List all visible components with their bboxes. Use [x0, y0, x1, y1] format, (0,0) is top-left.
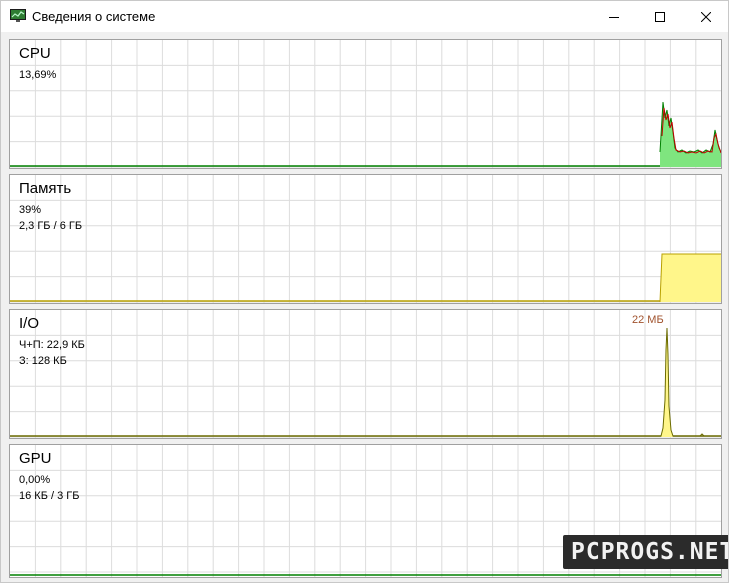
- cpu-graph-area: [660, 102, 721, 167]
- title-bar[interactable]: Сведения о системе: [1, 1, 728, 32]
- io-graph: [10, 310, 721, 438]
- io-graph-area: [661, 328, 673, 437]
- system-information-window: Сведения о системе CPU 13,69% Память 39%…: [0, 0, 729, 583]
- memory-graph-grid: [10, 175, 721, 303]
- maximize-button[interactable]: [637, 1, 683, 32]
- io-write: З: 128 КБ: [19, 355, 67, 367]
- close-icon: [701, 11, 711, 22]
- memory-amount: 2,3 ГБ / 6 ГБ: [19, 220, 83, 232]
- gpu-title: GPU: [19, 450, 52, 467]
- memory-graph: [10, 175, 721, 303]
- watermark-logo: PCPROGS.NET: [563, 535, 728, 569]
- cpu-graph: [10, 40, 721, 168]
- gpu-memory: 16 КБ / 3 ГБ: [19, 490, 80, 502]
- io-peak-label: 22 МБ: [632, 314, 664, 326]
- cpu-graph-grid: [10, 40, 721, 168]
- memory-graph-area: [660, 254, 721, 302]
- minimize-button[interactable]: [591, 1, 637, 32]
- cpu-panel: CPU 13,69%: [9, 39, 722, 169]
- maximize-icon: [655, 11, 665, 22]
- io-title: I/O: [19, 315, 40, 332]
- close-button[interactable]: [683, 1, 728, 32]
- memory-title: Память: [19, 180, 72, 197]
- memory-panel: Память 39% 2,3 ГБ / 6 ГБ: [9, 174, 722, 304]
- minimize-icon: [609, 16, 619, 18]
- io-panel: I/O Ч+П: 22,9 КБ З: 128 КБ 22 МБ: [9, 309, 722, 439]
- window-title: Сведения о системе: [32, 9, 156, 24]
- cpu-title: CPU: [19, 45, 51, 62]
- cpu-usage: 13,69%: [19, 69, 57, 81]
- io-graph-grid: [10, 310, 721, 438]
- memory-percent: 39%: [19, 204, 42, 216]
- gpu-usage: 0,00%: [19, 474, 51, 486]
- io-read-write: Ч+П: 22,9 КБ: [19, 339, 85, 351]
- system-monitor-icon: [10, 9, 26, 22]
